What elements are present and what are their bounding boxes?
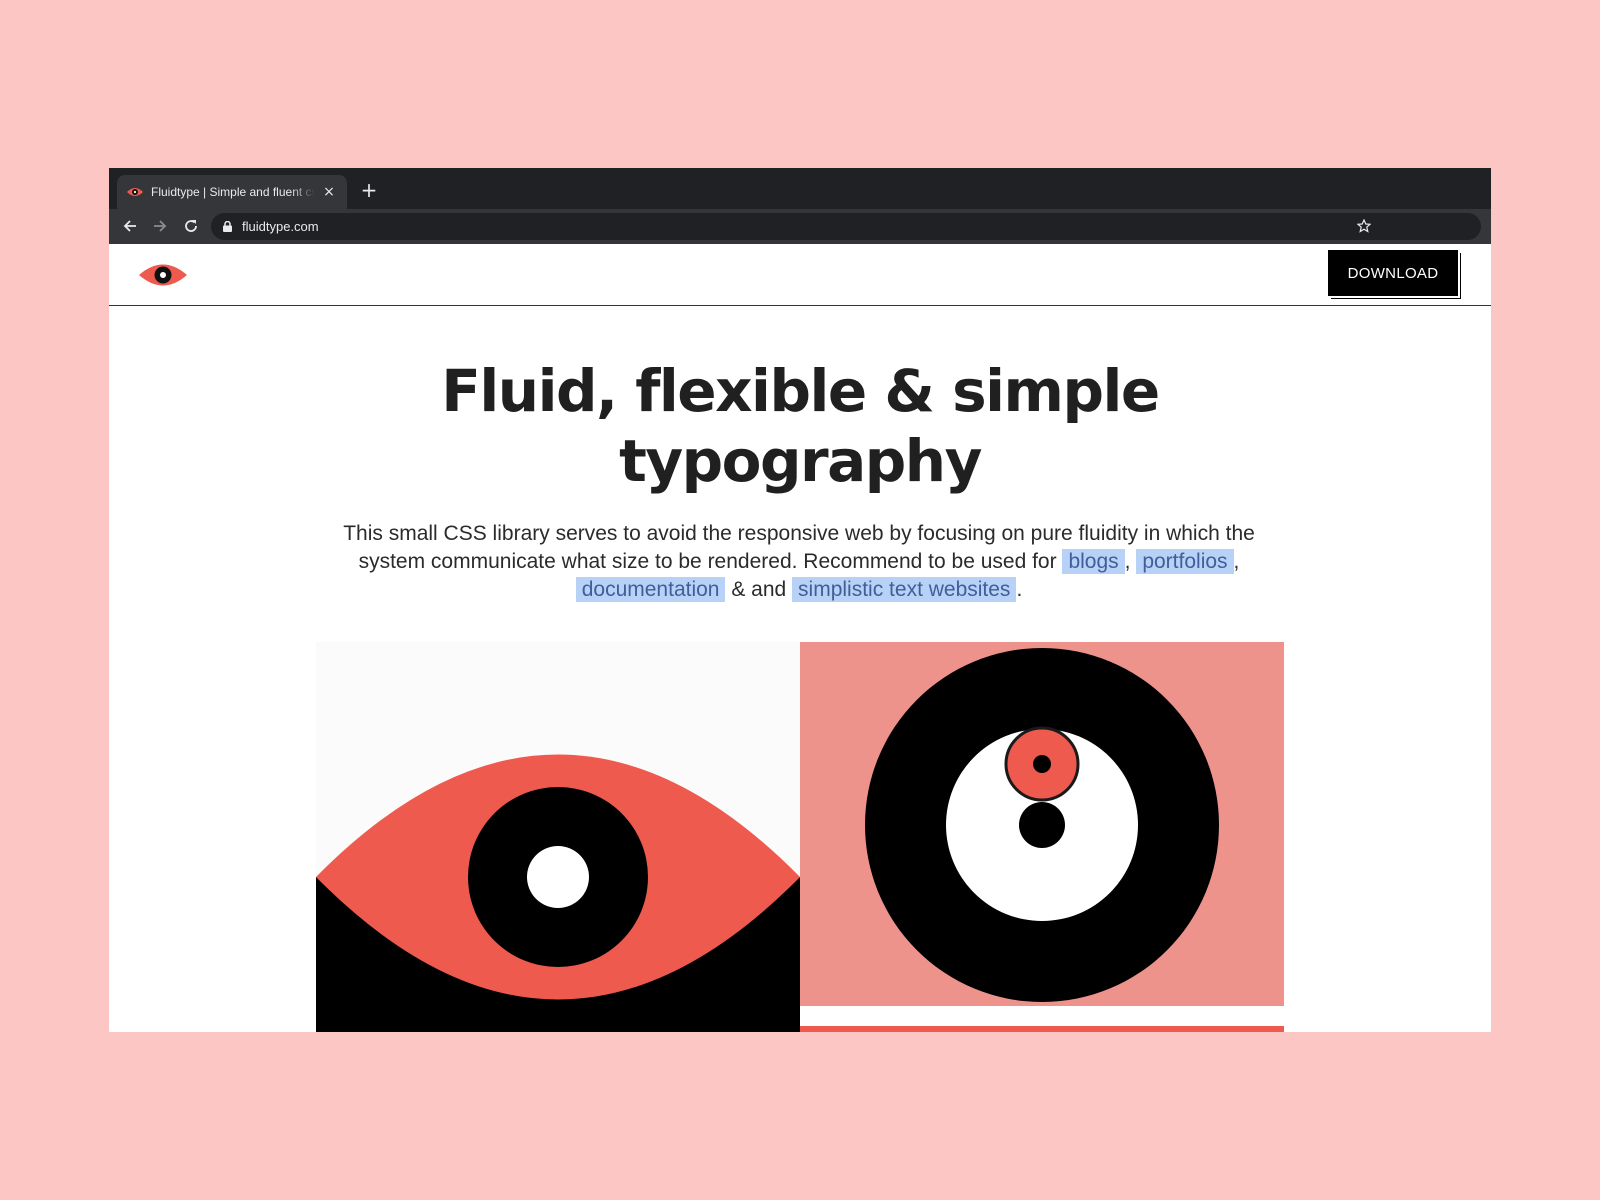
favicon-eye-icon [127,184,143,200]
site-header: DOWNLOAD [109,244,1491,306]
back-arrow-icon[interactable] [119,215,141,237]
eye-logo-icon[interactable] [138,260,188,295]
separator: , [1233,550,1240,573]
link-simplistic-text-websites[interactable]: simplistic text websites [792,577,1017,602]
tab-title: Fluidtype | Simple and fluent css [151,185,315,199]
hero-description: This small CSS library serves to avoid t… [324,520,1274,604]
title-line-1: Fluid, flexible & simple [441,357,1160,425]
download-button[interactable]: DOWNLOAD [1328,250,1458,296]
reload-icon[interactable] [180,215,202,237]
browser-window: Fluidtype | Simple and fluent css × + fl… [109,168,1491,1032]
separator: . [1016,578,1023,601]
browser-tab[interactable]: Fluidtype | Simple and fluent css × [117,175,347,209]
page-title: Fluid, flexible & simple typography [109,356,1491,496]
url-text: fluidtype.com [242,219,319,234]
lock-icon [223,221,232,232]
separator: & and [725,578,793,601]
tab-close-icon[interactable]: × [321,184,337,200]
link-documentation[interactable]: documentation [575,577,726,602]
title-line-2: typography [619,427,982,495]
separator: , [1124,550,1131,573]
forward-arrow-icon[interactable] [149,215,171,237]
address-bar[interactable]: fluidtype.com [211,213,1481,240]
new-tab-button[interactable]: + [357,178,381,202]
link-blogs[interactable]: blogs [1062,549,1125,574]
bookmark-star-icon[interactable] [1353,215,1375,237]
target-illustration [800,642,1284,1032]
browser-toolbar: fluidtype.com [109,209,1491,244]
tab-bar: Fluidtype | Simple and fluent css × + [109,168,1491,209]
hero-illustration [316,642,1284,1032]
eye-illustration [316,642,800,1032]
link-portfolios[interactable]: portfolios [1136,549,1234,574]
